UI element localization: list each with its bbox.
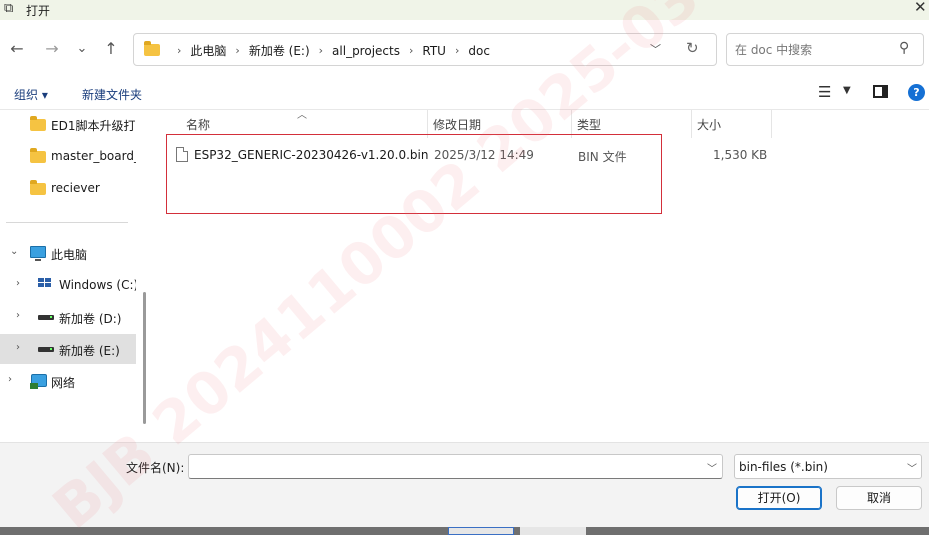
sidebar-item-master-board[interactable]: master_board_ <box>0 142 136 172</box>
sidebar-item-e-drive[interactable]: › 新加卷 (E:) <box>0 334 136 364</box>
sidebar-item-windows-c[interactable]: › Windows (C:) <box>0 270 136 300</box>
view-dropdown-icon[interactable]: ▼ <box>843 85 851 96</box>
drive-icon <box>38 315 54 320</box>
sidebar-item-this-pc[interactable]: ⌄ 此电脑 <box>0 238 136 268</box>
window-title: 打开 <box>26 4 51 18</box>
recent-locations-chevron-icon[interactable]: ⌄ <box>70 38 94 60</box>
search-box[interactable]: ⚲ <box>726 33 924 66</box>
annotation-highlight-box <box>166 134 662 214</box>
sidebar-item-label: reciever <box>51 181 100 195</box>
new-folder-button[interactable]: 新建文件夹 <box>82 86 142 103</box>
this-pc-icon <box>30 246 46 261</box>
column-divider[interactable] <box>771 110 772 138</box>
chevron-down-icon[interactable]: ⌄ <box>10 246 18 257</box>
file-list: ︿ 名称 修改日期 类型 大小 ESP32_GENERIC-20230426-v… <box>166 110 929 442</box>
sidebar-divider <box>6 222 128 223</box>
forward-arrow-icon[interactable]: → <box>40 38 64 60</box>
sidebar-item-label: ED1脚本升级打包 <box>51 119 136 133</box>
bottom-panel: 文件名(N): ﹀ bin-files (*.bin) ﹀ 打开(O) 取消 <box>0 442 929 527</box>
chevron-right-icon[interactable]: › <box>16 342 20 353</box>
sidebar-item-network[interactable]: › 网络 <box>0 366 136 396</box>
sidebar-item-label: Windows (C:) <box>59 278 136 292</box>
folder-icon <box>30 148 46 163</box>
background-button <box>520 527 586 535</box>
breadcrumb-separator[interactable]: › <box>319 44 323 57</box>
organize-button[interactable]: 组织 ▾ <box>14 86 48 103</box>
column-header-modified[interactable]: 修改日期 <box>433 116 481 133</box>
breadcrumb-separator[interactable]: › <box>455 44 459 57</box>
breadcrumb-item-rtu[interactable]: RTU <box>422 44 446 58</box>
file-type-filter-value: bin-files (*.bin) <box>739 460 828 474</box>
sidebar-item-reciever[interactable]: reciever <box>0 174 136 204</box>
sidebar-scrollbar[interactable] <box>143 292 146 424</box>
file-type-filter[interactable]: bin-files (*.bin) ﹀ <box>734 454 922 479</box>
title-bar: ⧉ 打开 ✕ <box>0 0 929 20</box>
breadcrumb-separator[interactable]: › <box>235 44 239 57</box>
sort-ascending-icon: ︿ <box>297 110 307 121</box>
search-icon[interactable]: ⚲ <box>899 40 909 56</box>
sidebar-item-label: 新加卷 (D:) <box>59 312 122 326</box>
breadcrumb: › 此电脑 › 新加卷 (E:) › all_projects › RTU › … <box>168 42 490 59</box>
breadcrumb-item-all-projects[interactable]: all_projects <box>332 44 400 58</box>
cancel-button[interactable]: 取消 <box>836 486 922 510</box>
preview-pane-icon[interactable] <box>873 85 888 98</box>
chevron-down-icon[interactable]: ﹀ <box>907 460 917 475</box>
breadcrumb-separator[interactable]: › <box>409 44 413 57</box>
file-size: 1,530 KB <box>713 148 768 162</box>
navigation-pane: ED1脚本升级打包 master_board_ reciever ⌄ 此电脑 ›… <box>0 110 148 442</box>
sidebar-item-label: 网络 <box>51 376 76 390</box>
filename-label: 文件名(N): <box>126 461 185 475</box>
back-arrow-icon[interactable]: ← <box>5 38 29 60</box>
help-icon[interactable]: ? <box>908 84 925 101</box>
sidebar-item-label: master_board_ <box>51 149 136 163</box>
sidebar-item-d-drive[interactable]: › 新加卷 (D:) <box>0 302 136 332</box>
up-arrow-icon[interactable]: ↑ <box>99 38 123 60</box>
refresh-icon[interactable]: ↻ <box>686 39 699 57</box>
sidebar-item-label: 新加卷 (E:) <box>59 344 120 358</box>
column-divider[interactable] <box>691 110 692 138</box>
chevron-down-icon: ▾ <box>41 88 48 102</box>
drive-icon <box>38 347 54 352</box>
address-bar[interactable]: › 此电脑 › 新加卷 (E:) › all_projects › RTU › … <box>133 33 717 66</box>
network-icon <box>30 374 47 389</box>
sidebar-item-ed1-folder[interactable]: ED1脚本升级打包 <box>0 110 136 140</box>
organize-label: 组织 <box>14 88 39 102</box>
filename-input[interactable] <box>193 458 693 476</box>
command-toolbar: 组织 ▾ 新建文件夹 ☰ ▼ ? <box>0 78 929 110</box>
windows-drive-icon <box>38 278 52 288</box>
folder-icon <box>144 41 160 56</box>
background-button <box>448 527 514 535</box>
breadcrumb-item-doc[interactable]: doc <box>468 44 490 58</box>
view-options-icon[interactable]: ☰ <box>818 83 831 101</box>
folder-icon <box>30 180 46 195</box>
navigation-bar: ← → ⌄ ↑ › 此电脑 › 新加卷 (E:) › all_projects … <box>0 24 929 74</box>
address-dropdown-icon[interactable]: ﹀ <box>650 41 661 57</box>
column-header-name[interactable]: 名称 <box>186 116 210 133</box>
app-icon: ⧉ <box>4 1 14 16</box>
column-header-size[interactable]: 大小 <box>697 116 721 133</box>
column-header-type[interactable]: 类型 <box>577 116 601 133</box>
close-icon[interactable]: ✕ <box>914 0 927 16</box>
breadcrumb-item-this-pc[interactable]: 此电脑 <box>190 42 226 59</box>
filename-combobox[interactable]: ﹀ <box>188 454 723 479</box>
breadcrumb-item-e-drive[interactable]: 新加卷 (E:) <box>249 42 310 59</box>
folder-icon <box>30 116 46 131</box>
search-input[interactable] <box>735 41 895 59</box>
chevron-right-icon[interactable]: › <box>16 278 20 289</box>
chevron-right-icon[interactable]: › <box>8 374 12 385</box>
breadcrumb-separator: › <box>177 44 182 57</box>
chevron-down-icon[interactable]: ﹀ <box>707 460 717 475</box>
chevron-right-icon[interactable]: › <box>16 310 20 321</box>
open-button[interactable]: 打开(O) <box>736 486 822 510</box>
background-window-strip <box>0 527 929 535</box>
sidebar-item-label: 此电脑 <box>51 248 88 262</box>
